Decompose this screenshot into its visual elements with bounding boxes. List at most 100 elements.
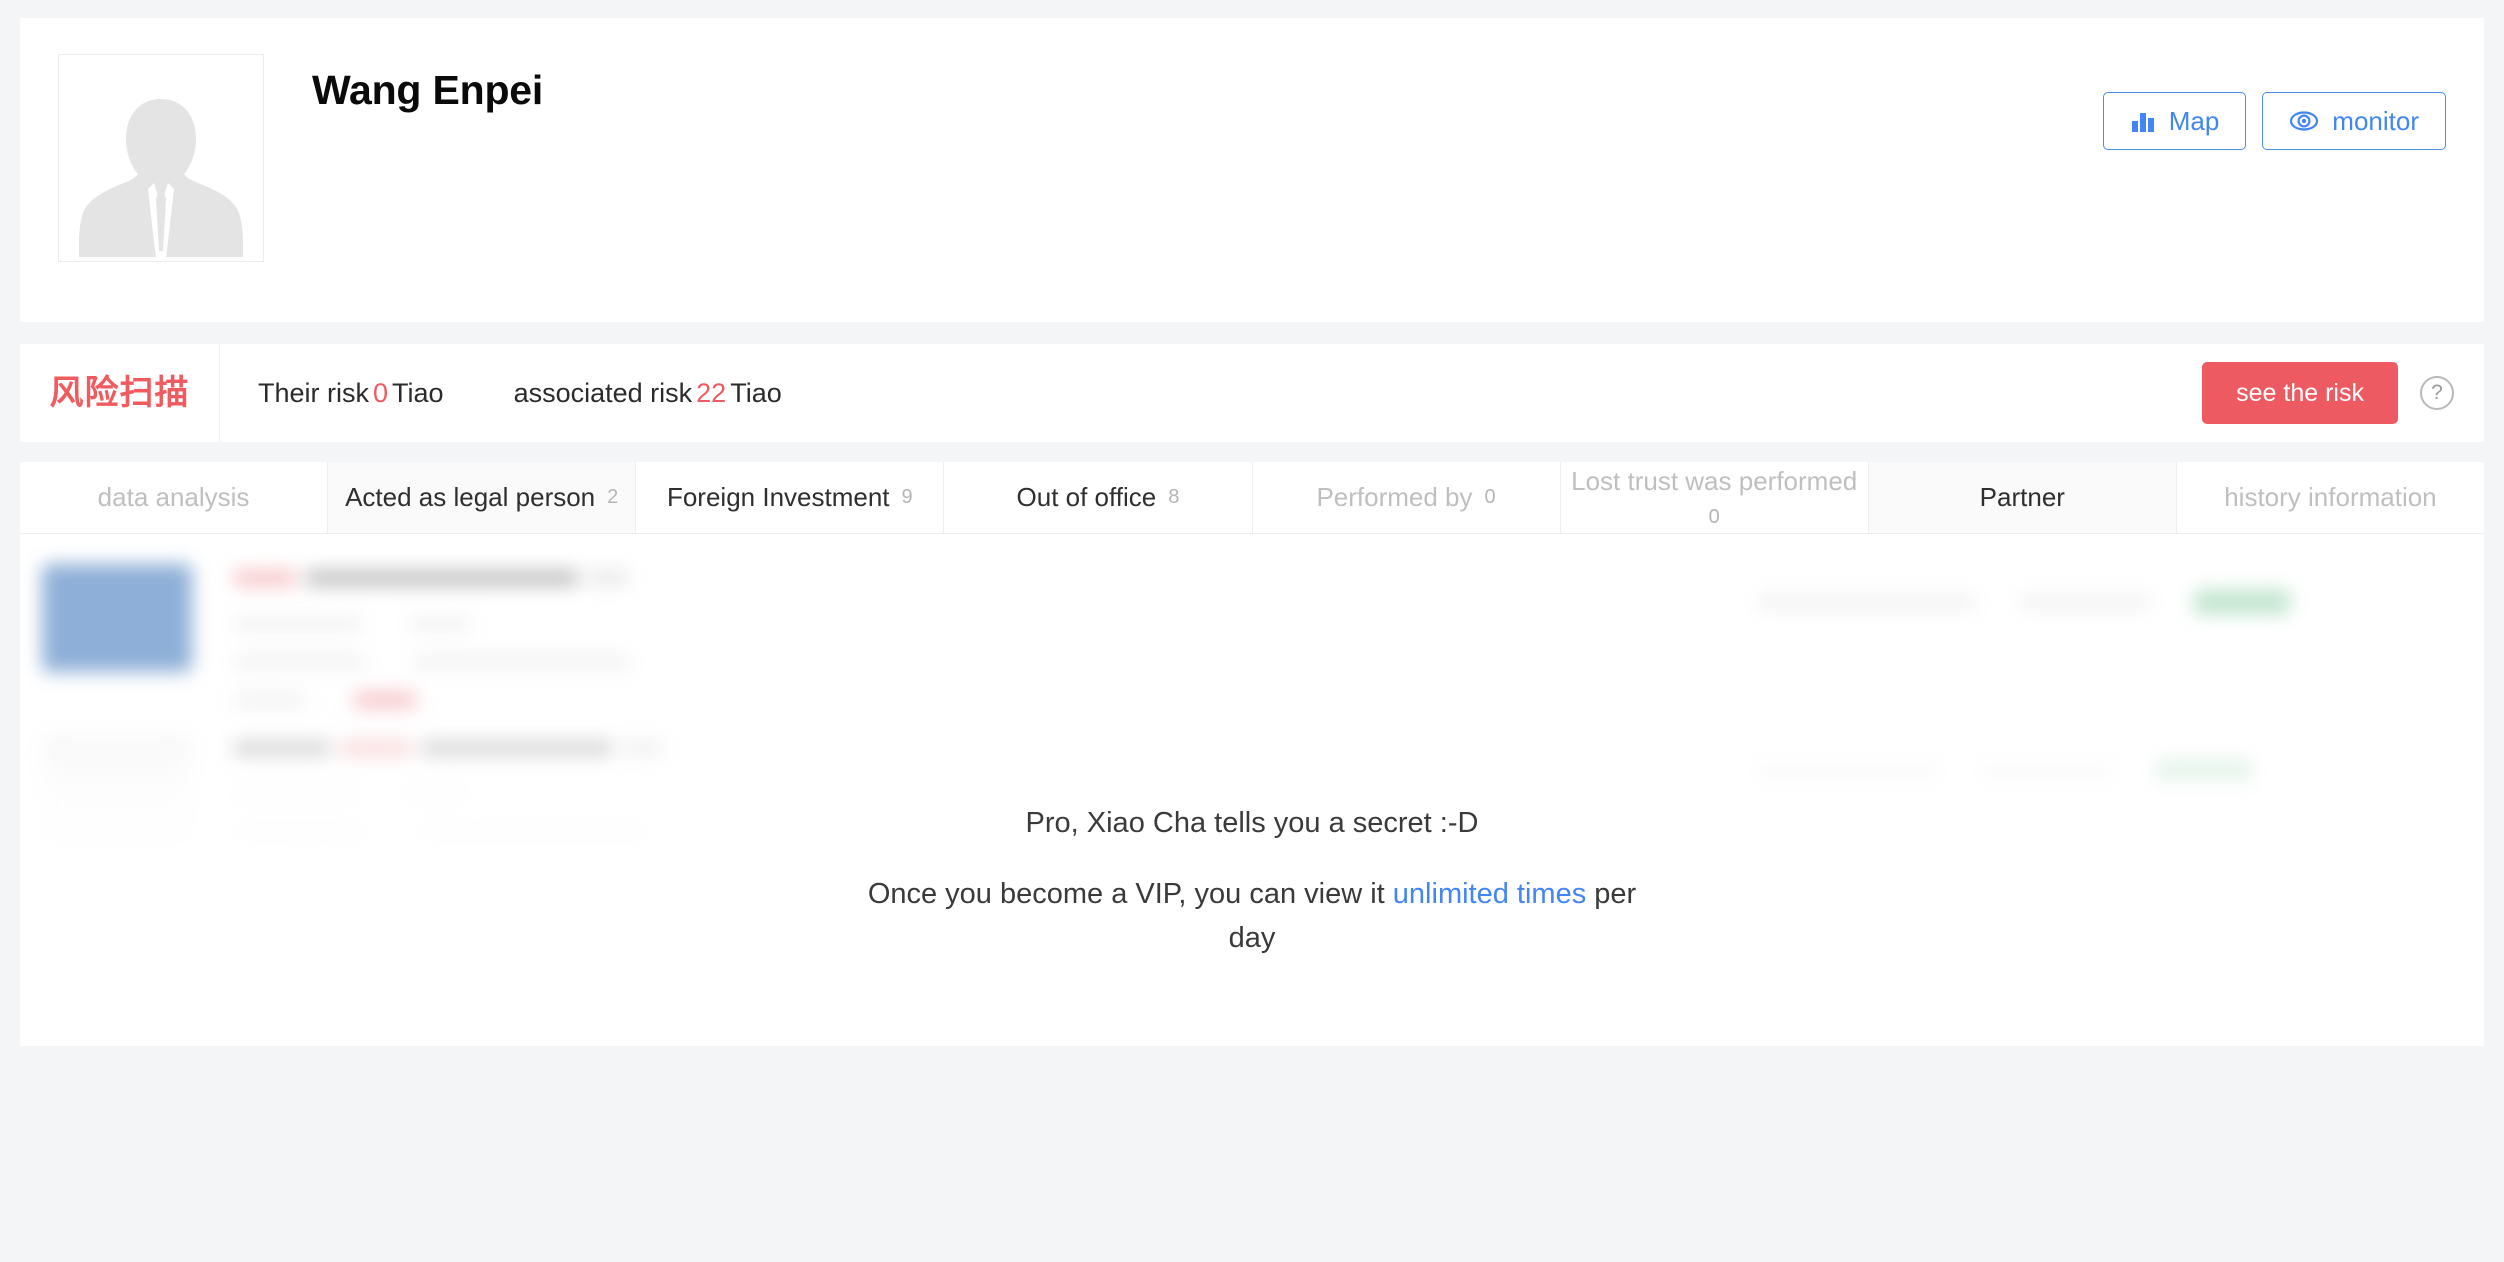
row-meta-line-1 bbox=[234, 616, 1758, 632]
avatar bbox=[42, 736, 192, 844]
row-meta-line-2 bbox=[234, 998, 1758, 1014]
row-title-text bbox=[304, 914, 572, 930]
blurred-list-content bbox=[20, 534, 2484, 1046]
row-column-status bbox=[1982, 766, 2112, 782]
header-actions: Map monitor bbox=[2102, 92, 2446, 150]
risk-actions: see the risk ? bbox=[2202, 344, 2484, 442]
see-the-risk-button[interactable]: see the risk bbox=[2202, 362, 2398, 424]
tab-count: 8 bbox=[1168, 486, 1180, 508]
tab-foreign-investment[interactable]: Foreign Investment 9 bbox=[636, 462, 945, 533]
tab-label: data analysis bbox=[97, 481, 250, 512]
tab-label: Out of office bbox=[1016, 481, 1157, 512]
row-details bbox=[234, 564, 1758, 730]
vip-subline: Once you become a VIP, you can view it u… bbox=[852, 872, 1652, 962]
own-risk-value: 0 bbox=[373, 377, 389, 408]
monitor-button-label: monitor bbox=[2332, 106, 2419, 136]
row-title-highlight bbox=[340, 742, 412, 758]
tab-count: 0 bbox=[1708, 505, 1720, 528]
row-meta-label bbox=[234, 692, 306, 708]
row-meta-value bbox=[414, 998, 626, 1014]
tab-out-of-office[interactable]: Out of office 8 bbox=[944, 462, 1253, 533]
status-badge bbox=[2156, 762, 2252, 786]
tab-label: history information bbox=[2224, 481, 2437, 512]
vip-headline: Pro, Xiao Cha tells you a secret :-D bbox=[1025, 806, 1479, 839]
tab-label: Lost trust was performed bbox=[1571, 466, 1858, 497]
row-title-text bbox=[306, 570, 578, 586]
status-badge bbox=[2194, 590, 2290, 614]
row-title-tag bbox=[582, 914, 622, 930]
row-meta-label bbox=[234, 616, 362, 632]
tab-history-information[interactable]: history information bbox=[2177, 462, 2484, 533]
row-right-columns bbox=[1758, 908, 2458, 958]
row-meta-badge bbox=[354, 692, 416, 708]
tab-label: Foreign Investment bbox=[666, 481, 890, 512]
row-right-columns bbox=[1758, 736, 2458, 786]
row-meta-line-1 bbox=[234, 960, 1758, 976]
tab-label: Performed by bbox=[1316, 481, 1473, 512]
row-title bbox=[234, 568, 1758, 588]
avatar bbox=[42, 564, 192, 672]
row-column-status bbox=[2020, 594, 2150, 610]
table-row[interactable] bbox=[20, 534, 2484, 708]
row-column-address bbox=[1758, 938, 1968, 954]
tab-count: 0 bbox=[1484, 486, 1496, 508]
associated-risk-stat: associated risk 22 Tiao bbox=[514, 378, 782, 409]
bar-chart-icon bbox=[2130, 108, 2156, 134]
avatar bbox=[58, 54, 264, 262]
row-meta-value bbox=[418, 826, 650, 842]
question-mark-icon[interactable]: ? bbox=[2420, 376, 2454, 410]
associated-risk-value: 22 bbox=[696, 377, 727, 408]
tab-performed-by[interactable]: Performed by 0 bbox=[1253, 462, 1561, 533]
status-badge bbox=[2186, 934, 2282, 958]
tab-partner[interactable]: Partner bbox=[1868, 462, 2177, 533]
row-meta-line-2 bbox=[234, 654, 1758, 670]
monitor-button[interactable]: monitor bbox=[2262, 92, 2446, 150]
row-meta-value bbox=[410, 960, 472, 976]
tab-count: 2 bbox=[607, 486, 619, 508]
row-meta-value bbox=[414, 654, 630, 670]
tab-label: Partner bbox=[1979, 481, 2065, 512]
associated-risk-unit: Tiao bbox=[730, 377, 782, 408]
row-title-tag bbox=[622, 742, 662, 758]
own-risk-stat: Their risk 0 Tiao bbox=[258, 378, 444, 409]
row-meta-value bbox=[406, 788, 464, 804]
row-right-columns bbox=[1758, 564, 2458, 614]
eye-icon bbox=[2289, 108, 2319, 134]
risk-stats: Their risk 0 Tiao associated risk 22 Tiao bbox=[220, 344, 2202, 442]
table-row[interactable] bbox=[20, 706, 2484, 880]
vip-subline-before: Once you become a VIP, you can view it bbox=[867, 877, 1393, 910]
profile-header-card: Wang Enpei Map monitor bbox=[20, 18, 2484, 322]
row-title bbox=[234, 740, 1758, 760]
row-meta-label bbox=[234, 654, 366, 670]
associated-risk-label: associated risk bbox=[513, 377, 693, 408]
row-meta-value bbox=[410, 616, 472, 632]
row-meta-value bbox=[340, 864, 666, 880]
vip-unlimited-link[interactable]: unlimited times bbox=[1393, 878, 1586, 910]
row-meta-line-2 bbox=[234, 826, 1758, 842]
row-title-highlight bbox=[234, 570, 296, 586]
risk-scan-logo-text: 风险扫描 bbox=[49, 373, 190, 413]
own-risk-label: Their risk bbox=[258, 377, 370, 408]
own-risk-unit: Tiao bbox=[392, 377, 444, 408]
row-meta-label bbox=[234, 788, 358, 804]
row-title-tag bbox=[588, 570, 628, 586]
row-meta-label bbox=[234, 960, 362, 976]
row-column-address bbox=[1758, 766, 1938, 782]
tab-label: Acted as legal person bbox=[345, 481, 596, 512]
map-button[interactable]: Map bbox=[2102, 92, 2247, 150]
tab-data-analysis[interactable]: data analysis bbox=[20, 462, 329, 533]
tab-acted-as-legal-person[interactable]: Acted as legal person 2 bbox=[328, 462, 637, 533]
row-column-status bbox=[2012, 938, 2142, 954]
row-column-address bbox=[1758, 594, 1976, 610]
row-meta-label bbox=[234, 826, 370, 842]
tab-lost-trust-was-performed[interactable]: Lost trust was performed 0 bbox=[1561, 462, 1869, 533]
row-title-text bbox=[422, 742, 612, 758]
row-title-text bbox=[234, 742, 330, 758]
row-meta-line-1 bbox=[234, 788, 1758, 804]
map-button-label: Map bbox=[2168, 106, 2220, 136]
risk-scan-bar: 风险扫描 Their risk 0 Tiao associated risk 22 Ti… bbox=[20, 344, 2484, 442]
risk-scan-logo: 风险扫描 bbox=[20, 344, 220, 442]
tab-count: 9 bbox=[901, 486, 913, 508]
avatar bbox=[42, 908, 192, 1016]
partner-list-panel: Pro, Xiao Cha tells you a secret :-D Onc… bbox=[20, 534, 2484, 1046]
